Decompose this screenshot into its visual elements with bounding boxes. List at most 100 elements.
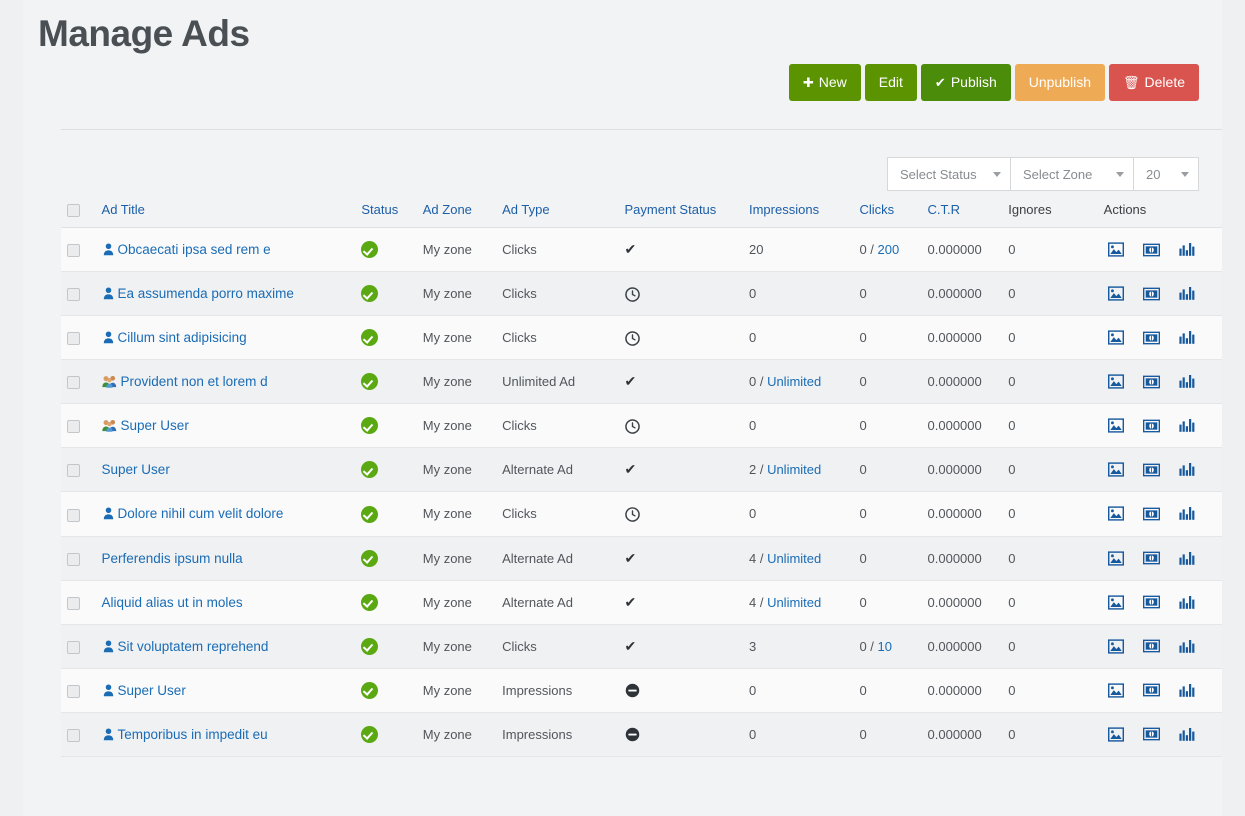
ad-title-link[interactable]: Provident non et lorem d [121, 374, 268, 389]
chart-icon[interactable] [1179, 286, 1195, 301]
ad-title-link[interactable]: Super User [121, 418, 189, 433]
row-checkbox[interactable] [67, 597, 80, 610]
sort-payment-link[interactable]: Payment Status [625, 202, 717, 217]
row-checkbox[interactable] [67, 464, 80, 477]
ad-title-link[interactable]: Super User [102, 462, 170, 477]
status-filter-select[interactable]: Select Status [887, 157, 1011, 191]
impressions-limit-link[interactable]: Unlimited [767, 462, 821, 477]
image-icon[interactable] [1108, 330, 1124, 345]
image-icon[interactable] [1108, 242, 1124, 257]
chart-icon[interactable] [1179, 242, 1195, 257]
chart-icon[interactable] [1179, 639, 1195, 654]
table-row[interactable]: Cillum sint adipisicingMy zoneClicks000.… [61, 316, 1222, 360]
table-row[interactable]: Aliquid alias ut in molesMy zoneAlternat… [61, 580, 1222, 624]
money-icon[interactable] [1143, 595, 1160, 609]
new-button[interactable]: ✚ New [789, 64, 861, 101]
money-icon[interactable] [1143, 375, 1160, 389]
row-checkbox[interactable] [67, 376, 80, 389]
impressions-limit-link[interactable]: Unlimited [767, 595, 821, 610]
impressions-limit-link[interactable]: Unlimited [767, 374, 821, 389]
image-icon[interactable] [1108, 551, 1124, 566]
table-row[interactable]: Provident non et lorem dMy zoneUnlimited… [61, 360, 1222, 404]
image-icon[interactable] [1108, 727, 1124, 742]
table-row[interactable]: Sit voluptatem reprehendMy zoneClicks✔30… [61, 624, 1222, 668]
row-checkbox[interactable] [67, 244, 80, 257]
ad-title-link[interactable]: Aliquid alias ut in moles [102, 595, 243, 610]
sort-status-link[interactable]: Status [361, 202, 398, 217]
money-icon[interactable] [1143, 683, 1160, 697]
chart-icon[interactable] [1179, 551, 1195, 566]
chart-icon[interactable] [1179, 330, 1195, 345]
image-icon[interactable] [1108, 286, 1124, 301]
image-icon[interactable] [1108, 639, 1124, 654]
table-row[interactable]: Obcaecati ipsa sed rem eMy zoneClicks✔20… [61, 228, 1222, 272]
row-select-cell [61, 360, 96, 404]
delete-button[interactable]: 🗑 Delete [1109, 64, 1199, 101]
money-icon[interactable] [1143, 419, 1160, 433]
money-icon[interactable] [1143, 463, 1160, 477]
clicks-limit-link[interactable]: 200 [878, 242, 900, 257]
ad-title-link[interactable]: Perferendis ipsum nulla [102, 551, 243, 566]
ad-title-cell: Perferendis ipsum nulla [96, 536, 356, 580]
table-row[interactable]: Perferendis ipsum nullaMy zoneAlternate … [61, 536, 1222, 580]
money-icon[interactable] [1143, 727, 1160, 741]
table-row[interactable]: Super UserMy zoneClicks000.0000000 [61, 404, 1222, 448]
table-row[interactable]: Super UserMy zoneAlternate Ad✔2 / Unlimi… [61, 448, 1222, 492]
money-icon[interactable] [1143, 287, 1160, 301]
zone-filter-select[interactable]: Select Zone [1010, 157, 1134, 191]
image-icon[interactable] [1108, 595, 1124, 610]
chart-icon[interactable] [1179, 683, 1195, 698]
row-checkbox[interactable] [67, 685, 80, 698]
edit-button[interactable]: Edit [865, 64, 917, 101]
image-icon[interactable] [1108, 374, 1124, 389]
money-icon[interactable] [1143, 243, 1160, 257]
sort-clicks-link[interactable]: Clicks [859, 202, 894, 217]
sort-zone-link[interactable]: Ad Zone [423, 202, 472, 217]
ad-title-link[interactable]: Sit voluptatem reprehend [118, 639, 269, 654]
table-row[interactable]: Super UserMy zoneImpressions000.0000000 [61, 668, 1222, 712]
page-limit-select[interactable]: 20 [1133, 157, 1199, 191]
chart-icon[interactable] [1179, 418, 1195, 433]
ad-title-link[interactable]: Cillum sint adipisicing [118, 330, 247, 345]
row-checkbox[interactable] [67, 509, 80, 522]
ad-title-link[interactable]: Temporibus in impedit eu [118, 727, 268, 742]
sort-impressions-link[interactable]: Impressions [749, 202, 819, 217]
clicks-cell: 0 [853, 536, 921, 580]
sort-title-link[interactable]: Ad Title [102, 202, 145, 217]
chart-icon[interactable] [1179, 506, 1195, 521]
row-checkbox[interactable] [67, 553, 80, 566]
ad-title-link[interactable]: Obcaecati ipsa sed rem e [118, 242, 271, 257]
row-checkbox[interactable] [67, 420, 80, 433]
sort-type-link[interactable]: Ad Type [502, 202, 549, 217]
unpublish-button[interactable]: Unpublish [1015, 64, 1105, 101]
table-row[interactable]: Temporibus in impedit euMy zoneImpressio… [61, 712, 1222, 756]
image-icon[interactable] [1108, 683, 1124, 698]
money-icon[interactable] [1143, 551, 1160, 565]
money-icon[interactable] [1143, 507, 1160, 521]
impressions-limit-link[interactable]: Unlimited [767, 551, 821, 566]
ignores-cell: 0 [1002, 668, 1097, 712]
row-checkbox[interactable] [67, 729, 80, 742]
table-row[interactable]: Ea assumenda porro maximeMy zoneClicks00… [61, 272, 1222, 316]
chart-icon[interactable] [1179, 727, 1195, 742]
money-icon[interactable] [1143, 331, 1160, 345]
money-icon[interactable] [1143, 639, 1160, 653]
row-checkbox[interactable] [67, 332, 80, 345]
image-icon[interactable] [1108, 506, 1124, 521]
clicks-limit-link[interactable]: 10 [878, 639, 892, 654]
ad-title-link[interactable]: Ea assumenda porro maxime [118, 286, 294, 301]
chart-icon[interactable] [1179, 595, 1195, 610]
ad-title-link[interactable]: Dolore nihil cum velit dolore [118, 506, 284, 521]
table-row[interactable]: Dolore nihil cum velit doloreMy zoneClic… [61, 492, 1222, 536]
select-all-checkbox[interactable] [67, 204, 80, 217]
ad-title-link[interactable]: Super User [118, 683, 186, 698]
image-icon[interactable] [1108, 418, 1124, 433]
chart-icon[interactable] [1179, 462, 1195, 477]
image-icon[interactable] [1108, 462, 1124, 477]
row-checkbox[interactable] [67, 288, 80, 301]
sort-ctr-link[interactable]: C.T.R [928, 202, 961, 217]
row-checkbox[interactable] [67, 641, 80, 654]
chart-icon[interactable] [1179, 374, 1195, 389]
publish-button[interactable]: ✔ Publish [921, 64, 1011, 101]
table-header-row: Ad Title Status Ad Zone Ad Type Payment … [61, 196, 1222, 228]
